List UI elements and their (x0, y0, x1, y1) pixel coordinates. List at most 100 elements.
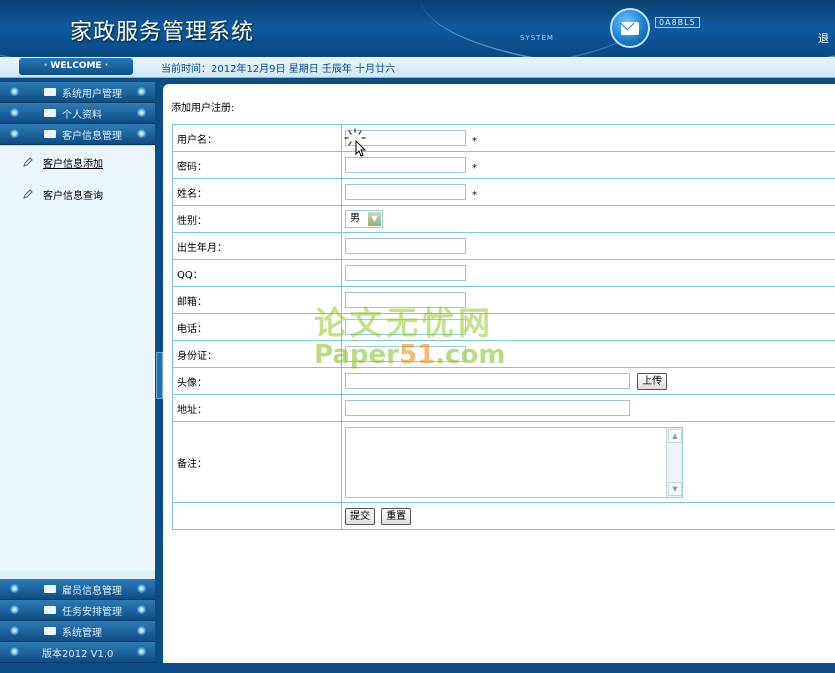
avatar-cell: 上传 (341, 367, 835, 395)
username-label: 用户名： (172, 124, 342, 152)
notes-label: 备注： (172, 421, 342, 503)
submenu-label: 客户信息添加 (43, 159, 103, 170)
app-title: 家政服务管理系统 (70, 20, 255, 45)
form-row: 地址： (172, 394, 835, 422)
form-row: QQ： (172, 259, 835, 287)
email-cell (341, 286, 835, 314)
gender-cell: 男 ▼ (341, 205, 835, 233)
avatar-path-field[interactable] (345, 373, 630, 389)
email-field[interactable] (345, 292, 466, 308)
address-cell (341, 394, 835, 422)
bullet-icon (10, 108, 19, 117)
sidebar: 系统用户管理 个人资料 客户信息管理 客户信息添加 客户信息查询 雇员信息管理 (0, 82, 155, 663)
welcome-badge: · WELCOME · (19, 58, 133, 75)
required-mark: * (472, 135, 477, 147)
bullet-icon (10, 584, 19, 593)
bullet-icon (10, 626, 19, 635)
mail-icon[interactable] (610, 8, 650, 48)
sidebar-menu-profile[interactable]: 个人资料 (0, 103, 155, 124)
birth-field[interactable] (345, 238, 466, 254)
bullet-icon (137, 647, 146, 656)
name-label: 姓名： (172, 178, 342, 206)
phone-field[interactable] (345, 319, 466, 335)
app-header: 家政服务管理系统 SYSTEM 0A8BL5 退 (0, 0, 835, 57)
sidebar-menu-customer-info[interactable]: 客户信息管理 (0, 124, 155, 145)
birth-label: 出生年月： (172, 232, 342, 260)
envelope-icon (44, 606, 56, 614)
notes-textarea[interactable]: ▲ ▼ (345, 426, 683, 498)
id-card-label: 身份证： (172, 340, 342, 368)
exit-button[interactable]: 退 (818, 30, 829, 46)
scroll-down-icon[interactable]: ▼ (668, 481, 682, 496)
version-bar: 版本2012 V1.0 (0, 642, 155, 663)
sidebar-lower-menus: 雇员信息管理 任务安排管理 系统管理 版本2012 V1.0 (0, 579, 155, 663)
menu-label: 个人资料 (62, 110, 102, 121)
envelope-icon (44, 585, 56, 593)
qq-cell (341, 259, 835, 287)
customer-submenu: 客户信息添加 客户信息查询 (0, 145, 155, 570)
bullet-icon (10, 129, 19, 138)
form-row: 性别： 男 ▼ (172, 205, 835, 233)
actions-cell: 提交 重置 (341, 502, 835, 530)
sidebar-menu-task-schedule[interactable]: 任务安排管理 (0, 600, 155, 621)
bullet-icon (137, 129, 146, 138)
password-cell: * (341, 151, 835, 179)
bullet-icon (137, 108, 146, 117)
upload-button[interactable]: 上传 (637, 372, 668, 390)
form-row: 提交 重置 (172, 502, 835, 530)
id-card-cell (341, 340, 835, 368)
menu-label: 任务安排管理 (62, 607, 122, 618)
envelope-icon (44, 130, 56, 138)
required-mark: * (472, 162, 477, 174)
submenu-item-query-customer[interactable]: 客户信息查询 (0, 178, 155, 210)
pencil-icon (23, 189, 33, 199)
submit-button[interactable]: 提交 (345, 507, 375, 525)
form-row: 身份证： (172, 340, 835, 368)
envelope-icon (621, 21, 639, 35)
sidebar-menu-employee-info[interactable]: 雇员信息管理 (0, 579, 155, 600)
bullet-icon (10, 647, 19, 656)
gender-select[interactable]: 男 ▼ (345, 210, 383, 228)
notes-cell: ▲ ▼ (341, 421, 835, 503)
email-label: 邮箱： (172, 286, 342, 314)
envelope-icon (44, 109, 56, 117)
submenu-label: 客户信息查询 (43, 191, 103, 202)
form-row: 姓名： * (172, 178, 835, 206)
form-row: 用户名： * (172, 124, 835, 152)
sidebar-menu-system-admin[interactable]: 系统管理 (0, 621, 155, 642)
pencil-icon (23, 157, 33, 167)
address-label: 地址： (172, 394, 342, 422)
id-card-field[interactable] (345, 346, 466, 362)
menu-label: 系统用户管理 (62, 89, 122, 100)
password-field[interactable] (345, 157, 466, 173)
sidebar-menu-system-users[interactable]: 系统用户管理 (0, 82, 155, 103)
system-label: SYSTEM (520, 34, 554, 42)
name-field[interactable] (345, 184, 466, 200)
chevron-down-icon: ▼ (368, 212, 381, 226)
address-field[interactable] (345, 400, 630, 416)
scroll-up-icon[interactable]: ▲ (668, 428, 682, 443)
main-content: 添加用户注册: 用户名： * 密码： * 姓名： * 性别： 男 ▼ 出生年月：… (163, 84, 835, 663)
loading-spinner-icon (344, 128, 366, 146)
version-label: 版本2012 V1.0 (42, 649, 114, 660)
bullet-icon (137, 87, 146, 96)
username-cell: * (341, 124, 835, 152)
empty-cell (172, 502, 342, 530)
form-row: 邮箱： (172, 286, 835, 314)
brand-logo: 0A8BL5 (655, 17, 700, 28)
submenu-item-add-customer[interactable]: 客户信息添加 (0, 146, 155, 178)
bullet-icon (137, 626, 146, 635)
form-row: 头像： 上传 (172, 367, 835, 395)
qq-field[interactable] (345, 265, 466, 281)
splitter-grip[interactable] (156, 352, 163, 399)
menu-label: 雇员信息管理 (62, 586, 122, 597)
scrollbar[interactable]: ▲ ▼ (666, 427, 682, 497)
envelope-icon (44, 627, 56, 635)
reset-button[interactable]: 重置 (381, 507, 412, 525)
gender-label: 性别： (172, 205, 342, 233)
bullet-icon (137, 605, 146, 614)
menu-label: 客户信息管理 (62, 131, 122, 142)
bullet-icon (137, 584, 146, 593)
sidebar-splitter[interactable] (155, 82, 163, 663)
birth-cell (341, 232, 835, 260)
